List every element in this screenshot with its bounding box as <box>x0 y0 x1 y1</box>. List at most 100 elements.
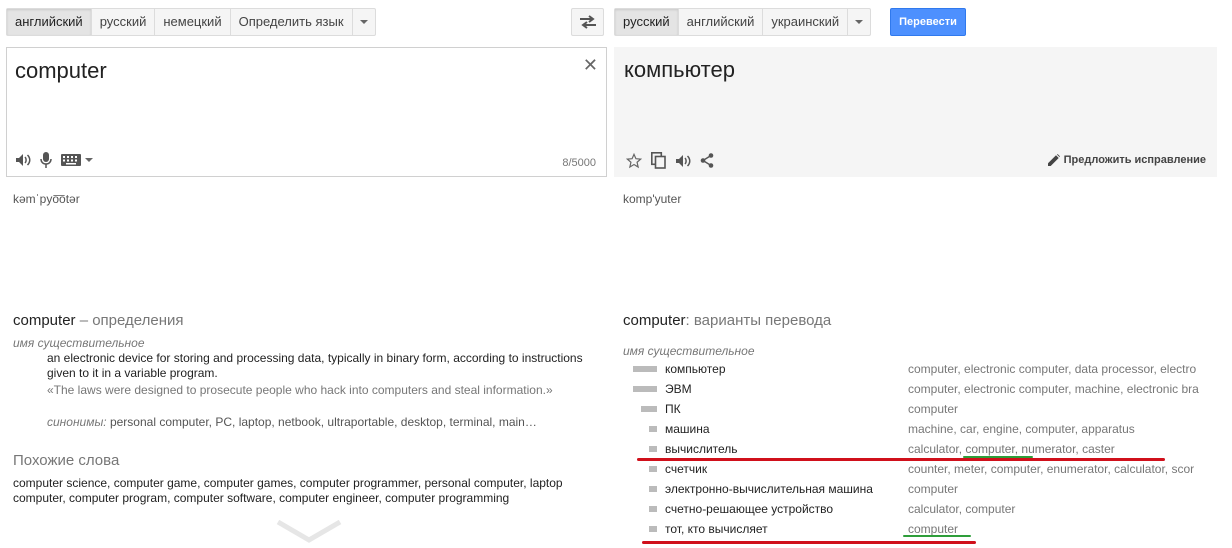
related-words-list[interactable]: computer science, computer game, compute… <box>13 476 603 506</box>
translation-word[interactable]: электронно-вычислительная машина <box>665 482 873 496</box>
translations-part-of-speech: имя существительное <box>623 344 755 358</box>
translation-row: компьютер computer, electronic computer, … <box>623 360 1232 380</box>
definition-text: an electronic device for storing and pro… <box>47 351 583 380</box>
frequency-bar <box>633 446 657 452</box>
frequency-bar-fill <box>649 486 657 492</box>
frequency-bar <box>633 486 657 492</box>
source-tab-german[interactable]: немецкий <box>155 9 231 35</box>
translation-row: ПК computer <box>623 400 1232 420</box>
frequency-bar-fill <box>649 466 657 472</box>
microphone-icon[interactable] <box>39 152 53 168</box>
frequency-bar-fill <box>649 506 657 512</box>
translation-word[interactable]: тот, кто вычисляет <box>665 522 768 536</box>
target-tab-russian[interactable]: русский <box>615 9 679 35</box>
target-transliteration: komp'yuter <box>623 192 682 206</box>
synonyms-label: синонимы: <box>47 415 107 429</box>
translation-row: машина machine, car, engine, computer, ap… <box>623 420 1232 440</box>
frequency-bar-fill <box>649 426 657 432</box>
translations-suffix: : варианты перевода <box>685 312 832 329</box>
frequency-bar <box>633 506 657 512</box>
star-icon[interactable] <box>626 152 642 169</box>
translation-word[interactable]: ПК <box>665 402 681 416</box>
swap-icon <box>579 15 596 29</box>
copy-icon[interactable] <box>651 152 666 169</box>
synonyms-line: синонимы: personal computer, PC, laptop,… <box>47 415 537 429</box>
synonyms-list[interactable]: personal computer, PC, laptop, netbook, … <box>107 415 537 429</box>
clear-icon[interactable]: ✕ <box>583 56 598 74</box>
source-tab-detect-language[interactable]: Определить язык <box>231 9 353 35</box>
frequency-bar <box>633 406 657 412</box>
frequency-bar-fill <box>633 386 657 392</box>
frequency-bar-fill <box>633 366 657 372</box>
translation-row: счетно-решающее устройство calculator, co… <box>623 500 1232 520</box>
frequency-bar <box>633 526 657 532</box>
translation-row: тот, кто вычисляет computer <box>623 520 1232 540</box>
translation-row: ЭВМ computer, electronic computer, machin… <box>623 380 1232 400</box>
back-translations[interactable]: computer <box>908 402 958 416</box>
swap-languages-button[interactable] <box>571 8 604 36</box>
definition-example: «The laws were designed to prosecute peo… <box>47 383 553 397</box>
translations-heading: computer: варианты перевода <box>623 312 831 329</box>
related-words-heading: Похожие слова <box>13 452 120 469</box>
back-translations[interactable]: computer <box>908 482 958 496</box>
target-tab-english[interactable]: английский <box>679 9 764 35</box>
back-translations[interactable]: calculator, computer <box>908 502 1015 516</box>
frequency-bar <box>633 366 657 372</box>
back-translations[interactable]: machine, car, engine, computer, apparatu… <box>908 422 1135 436</box>
green-annotation-line <box>963 456 1033 458</box>
chevron-down-icon[interactable] <box>276 520 342 544</box>
target-language-dropdown[interactable] <box>848 9 870 35</box>
frequency-bar <box>633 466 657 472</box>
red-annotation-line <box>637 458 1165 461</box>
source-transliteration: kəmˈpyo͞otər <box>13 192 80 206</box>
speaker-icon[interactable] <box>675 154 691 168</box>
translation-word[interactable]: счетчик <box>665 462 707 476</box>
keyboard-icon <box>61 154 81 166</box>
translation-row: вычислитель calculator, computer, numerat… <box>623 440 1232 460</box>
speaker-icon[interactable] <box>15 153 31 167</box>
back-translations[interactable]: computer <box>908 522 958 536</box>
source-tab-english[interactable]: английский <box>7 9 92 35</box>
chevron-down-icon <box>359 20 368 24</box>
frequency-bar <box>633 386 657 392</box>
translation-word[interactable]: машина <box>665 422 710 436</box>
frequency-bar-fill <box>649 526 657 532</box>
target-tab-ukrainian[interactable]: украинский <box>763 9 849 35</box>
source-language-tabs: английский русский немецкий Определить я… <box>6 8 376 36</box>
frequency-bar-fill <box>649 446 657 452</box>
translations-word: computer <box>623 312 686 329</box>
keyboard-button[interactable] <box>61 154 93 166</box>
translation-output-area: компьютер Предложить исправление <box>614 47 1217 177</box>
pencil-icon <box>1047 154 1060 166</box>
target-language-tabs: русский английский украинский <box>614 8 872 36</box>
chevron-down-icon <box>85 158 93 162</box>
green-annotation-line <box>903 535 971 537</box>
translation-word[interactable]: вычислитель <box>665 442 738 456</box>
translation-row: электронно-вычислительная машина computer <box>623 480 1232 500</box>
character-count: 8/5000 <box>562 157 596 169</box>
back-translations[interactable]: computer, electronic computer, data proc… <box>908 362 1196 376</box>
chevron-down-icon <box>855 20 864 24</box>
suggest-edit-button[interactable]: Предложить исправление <box>1047 154 1206 166</box>
source-tab-russian[interactable]: русский <box>92 9 156 35</box>
translation-word[interactable]: ЭВМ <box>665 382 692 396</box>
source-text-area[interactable]: computer ✕ 8/5000 <box>6 47 607 177</box>
source-language-dropdown[interactable] <box>353 9 375 35</box>
red-annotation-line <box>642 541 976 544</box>
source-text[interactable]: computer <box>15 58 107 84</box>
translation-word[interactable]: счетно-решающее устройство <box>665 502 833 516</box>
definitions-part-of-speech: имя существительное <box>13 336 145 350</box>
share-icon[interactable] <box>700 153 714 168</box>
definitions-heading: computer – определения <box>13 312 184 329</box>
definitions-suffix: – определения <box>75 312 184 329</box>
back-translations[interactable]: counter, meter, computer, enumerator, ca… <box>908 462 1194 476</box>
translation-word[interactable]: компьютер <box>665 362 726 376</box>
frequency-bar-fill <box>641 406 657 412</box>
back-translations[interactable]: computer, electronic computer, machine, … <box>908 382 1199 396</box>
back-translations[interactable]: calculator, computer, numerator, caster <box>908 442 1115 456</box>
suggest-edit-label: Предложить исправление <box>1063 154 1206 166</box>
translate-button[interactable]: Перевести <box>890 8 966 36</box>
translation-row: счетчик counter, meter, computer, enumera… <box>623 460 1232 480</box>
translation-text: компьютер <box>624 57 735 82</box>
definitions-word: computer <box>13 312 76 329</box>
